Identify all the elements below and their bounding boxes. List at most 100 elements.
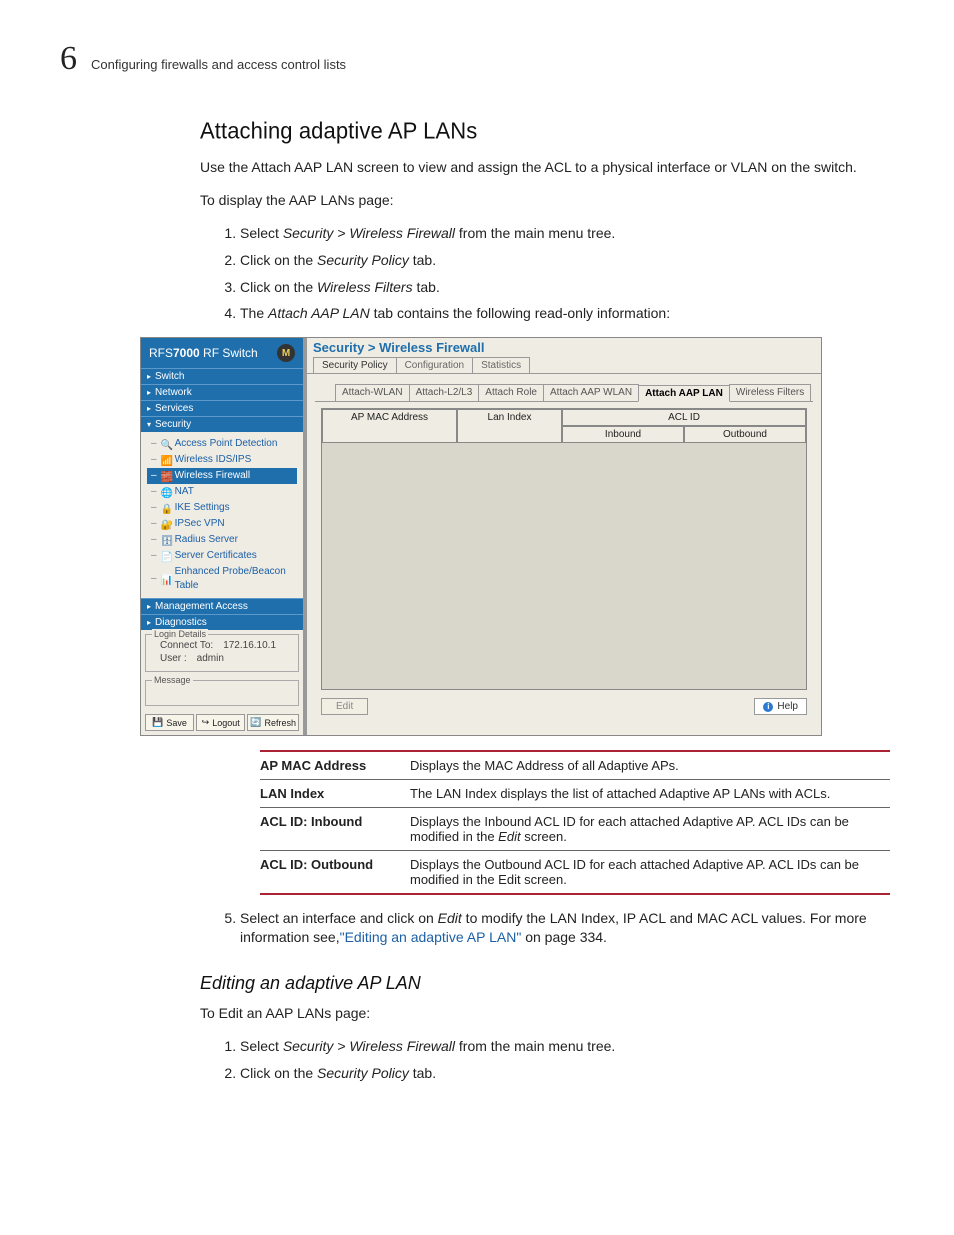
label: Services [155,403,193,414]
refresh-button[interactable]: 🔄Refresh [247,714,299,731]
tab-attach-l2l3[interactable]: Attach-L2/L3 [409,384,480,401]
tree-item-radius[interactable]: –🗄Radius Server [151,532,301,548]
emphasis: Security Policy [317,252,409,268]
sidebar-item-services[interactable]: ▸ Services [141,400,303,416]
label: Wireless IDS/IPS [175,453,252,467]
field-name: ACL ID: Outbound [260,851,410,895]
certificate-icon: 📄 [161,551,171,561]
value: 172.16.10.1 [223,640,276,651]
tree-item-probe[interactable]: –📊Enhanced Probe/Beacon Table [151,564,301,594]
text: RFS [149,346,173,360]
tree-item-access-point-detection[interactable]: –🔍Access Point Detection [151,436,301,452]
edit-button[interactable]: Edit [321,698,368,715]
step-4: The Attach AAP LAN tab contains the foll… [240,304,894,323]
sidebar-item-diagnostics[interactable]: ▸Diagnostics [141,614,303,630]
steps-list-continued: Select an interface and click on Edit to… [200,909,894,947]
login-details-box: Login Details Connect To:172.16.10.1 Use… [145,634,299,672]
col-inbound[interactable]: Inbound [562,426,684,443]
label: Enhanced Probe/Beacon Table [175,565,301,593]
sidebar-item-management[interactable]: ▸ Management Access [141,598,303,614]
tab-configuration[interactable]: Configuration [396,357,473,373]
col-ap-mac[interactable]: AP MAC Address [322,409,457,443]
emphasis: Edit [498,829,520,844]
field-name: ACL ID: Inbound [260,808,410,851]
label: NAT [175,485,194,499]
text: tab. [413,279,440,295]
ids-icon: 📶 [161,455,171,465]
caret-right-icon: ▸ [147,602,151,611]
col-outbound[interactable]: Outbound [684,426,806,443]
sidebar-item-security[interactable]: ▾ Security [141,416,303,432]
tree-item-wireless-firewall[interactable]: –🧱Wireless Firewall [147,468,297,484]
tree-item-certificates[interactable]: –📄Server Certificates [151,548,301,564]
tree-item-ike[interactable]: –🔒IKE Settings [151,500,301,516]
tab-security-policy[interactable]: Security Policy [313,357,397,373]
col-acl-id: ACL ID [562,409,806,426]
field-name: AP MAC Address [260,751,410,780]
field-name: LAN Index [260,780,410,808]
col-lan-index[interactable]: Lan Index [457,409,562,443]
tab-wireless-filters[interactable]: Wireless Filters [729,384,811,401]
field-desc: Displays the MAC Address of all Adaptive… [410,751,890,780]
sidebar-item-network[interactable]: ▸Network [141,384,303,400]
breadcrumb: Security > Wireless Firewall [307,338,821,357]
label: Save [166,718,187,728]
sidebar-button-row: 💾Save ↪Logout 🔄Refresh [141,710,303,735]
caret-down-icon: ▾ [147,420,151,429]
sub-lead: To Edit an AAP LANs page: [200,1004,894,1023]
main-panel: Security > Wireless Firewall Security Po… [307,338,821,735]
table-row: AP MAC Address Displays the MAC Address … [260,751,890,780]
text: Click on the [240,279,317,295]
help-icon: i [763,702,773,712]
label: Diagnostics [155,617,207,628]
tab-attach-aap-lan[interactable]: Attach AAP LAN [638,385,730,402]
emphasis: Wireless Filters [317,279,413,295]
subsection-title: Editing an adaptive AP LAN [200,973,894,994]
message-legend: Message [152,675,193,685]
emphasis: Security Policy [317,1065,409,1081]
vpn-icon: 🔐 [161,519,171,529]
login-legend: Login Details [152,629,208,639]
tree-item-ipsec[interactable]: –🔐IPSec VPN [151,516,301,532]
tab-attach-aap-wlan[interactable]: Attach AAP WLAN [543,384,639,401]
help-button[interactable]: iHelp [754,698,807,715]
caret-right-icon: ▸ [147,404,151,413]
field-desc: The LAN Index displays the list of attac… [410,780,890,808]
label: Management Access [155,601,248,612]
tab-attach-role[interactable]: Attach Role [478,384,544,401]
emphasis: Attach AAP LAN [268,305,370,321]
text: Displays the Inbound ACL ID for each att… [410,814,849,844]
text: Select [240,225,283,241]
text: Select an interface and click on [240,910,438,926]
text: tab contains the following read-only inf… [370,305,670,321]
chapter-number: 6 [60,40,77,78]
sidebar-item-switch[interactable]: ▸Switch [141,368,303,384]
sidebar-title: RFS7000 RF Switch M [141,338,303,368]
text: tab. [409,252,436,268]
save-button[interactable]: 💾Save [145,714,194,731]
logo-icon: M [277,344,295,362]
label: IPSec VPN [175,517,225,531]
tab-attach-wlan[interactable]: Attach-WLAN [335,384,410,401]
data-grid: AP MAC Address Lan Index ACL ID Inbound … [321,408,807,690]
detection-icon: 🔍 [161,439,171,449]
logout-button[interactable]: ↪Logout [196,714,245,731]
label: Network [155,387,192,398]
nat-icon: 🌐 [161,487,171,497]
field-desc: Displays the Inbound ACL ID for each att… [410,808,890,851]
label: Radius Server [175,533,238,547]
label: Refresh [265,718,297,728]
display-lead: To display the AAP LANs page: [200,191,894,210]
tree-item-nat[interactable]: –🌐NAT [151,484,301,500]
grid-body-empty [322,443,806,689]
chapter-title: Configuring firewalls and access control… [91,57,346,72]
section-title: Attaching adaptive AP LANs [200,117,894,144]
label: Security [155,419,191,430]
emphasis: Security > Wireless Firewall [283,225,455,241]
text: The [240,305,268,321]
tab-statistics[interactable]: Statistics [472,357,530,373]
text: from the main menu tree. [455,225,615,241]
tree-item-wireless-ids[interactable]: –📶Wireless IDS/IPS [151,452,301,468]
sub-step-1: Select Security > Wireless Firewall from… [240,1037,894,1056]
cross-ref-link[interactable]: "Editing an adaptive AP LAN" [340,929,522,945]
